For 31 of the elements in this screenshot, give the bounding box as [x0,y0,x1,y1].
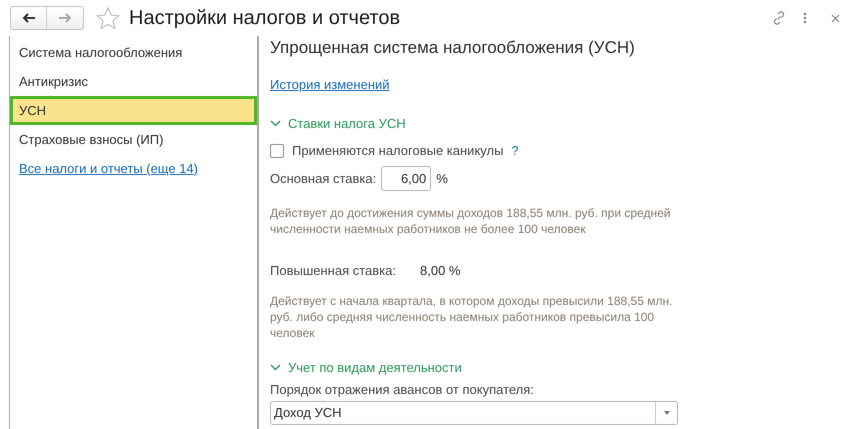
star-icon[interactable] [96,6,120,30]
caret-icon [664,410,670,414]
field-label: Порядок отражения авансов от покупателя: [270,380,535,398]
history-link[interactable]: История изменений [270,75,390,94]
chevron-icon [270,118,281,129]
help-link[interactable]: ? [511,140,519,160]
group-toggle[interactable]: Учет по видам деятельности [270,358,462,376]
sidebar-item[interactable]: Антикризис [10,67,257,96]
field-label: Основная ставка: [270,170,376,188]
left-arrow-icon [22,13,36,23]
section-heading: Упрощенная система налогообложения (УСН) [270,37,636,59]
window-title: Настройки налогов и отчетов [129,8,400,28]
rate-value: 8,00 % [420,262,460,280]
note-text: Действует до достижения суммы доходов 188,55 млн. руб. при средней численности наемных работников не более 100 человек [270,204,672,236]
note-text: Действует с начала квартала, в котором доходы превысили 188,55 млн. руб. либо средняя численность наемных работников превысила 100 человек [270,292,674,340]
checkbox[interactable] [270,144,284,158]
checkbox-label: Применяются налоговые каникулы [292,142,504,160]
rate-input[interactable]: 6,00 [381,166,432,191]
close-icon[interactable] [831,14,840,22]
sidebar-item[interactable]: Система налогообложения [10,38,257,67]
link-icon[interactable] [771,10,787,26]
unit-label: % [436,170,448,188]
chevron-icon [270,362,281,373]
field-label: Повышенная ставка: [270,262,397,280]
all-taxes-link[interactable]: Все налоги и отчеты (еще 14) [10,154,257,183]
dropdown[interactable]: Доход УСН [270,400,678,424]
group-toggle[interactable]: Ставки налога УСН [270,114,406,132]
more-icon[interactable] [803,12,807,24]
right-arrow-icon [58,13,72,23]
sidebar-item[interactable]: УСН [10,96,257,125]
sidebar-item[interactable]: Страховые взносы (ИП) [10,125,257,154]
